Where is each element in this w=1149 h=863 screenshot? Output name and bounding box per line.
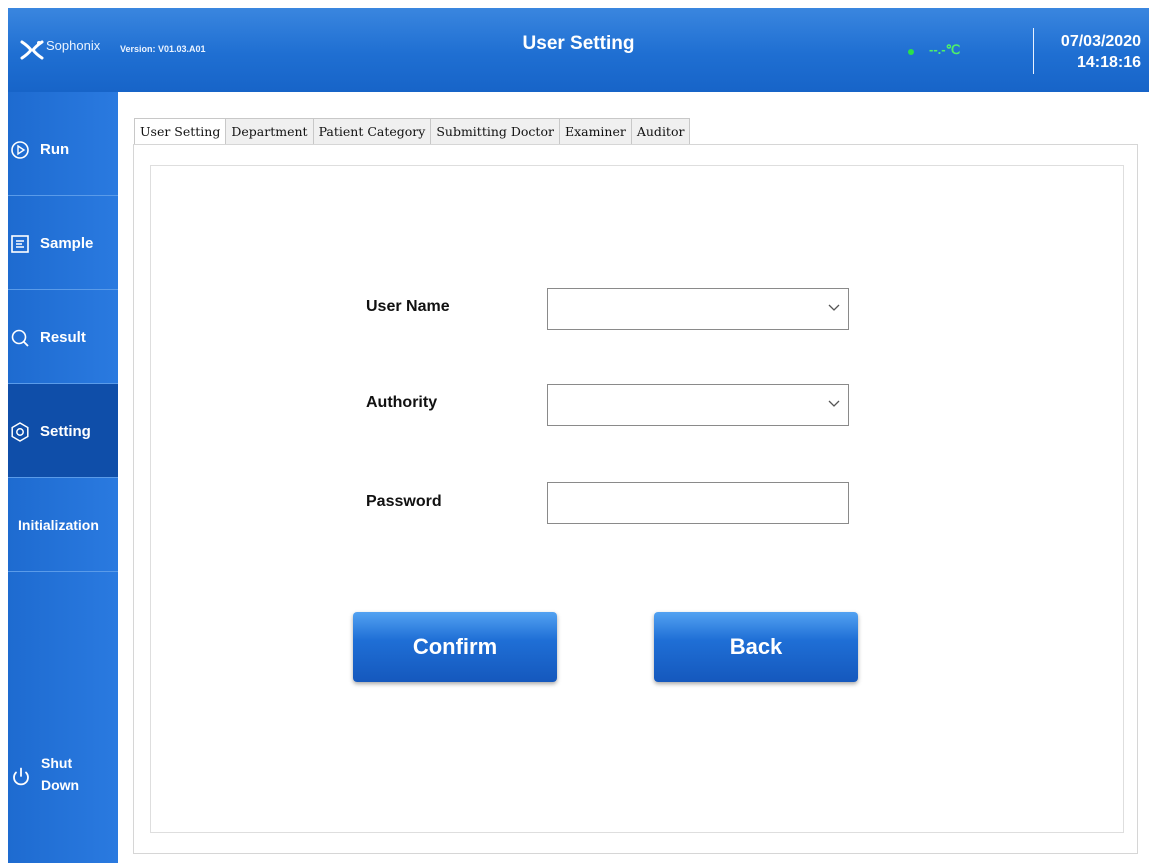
temperature-readout: --.-℃ bbox=[929, 42, 961, 57]
play-icon bbox=[11, 141, 29, 159]
tab-examiner[interactable]: Examiner bbox=[559, 118, 632, 144]
shutdown-label-line1: Shut bbox=[41, 755, 73, 771]
sidebar-item-label: Initialization bbox=[18, 517, 99, 533]
main-content: User Setting Department Patient Category… bbox=[118, 92, 1149, 863]
status-dot-icon bbox=[908, 49, 914, 55]
chevron-down-icon bbox=[828, 304, 840, 311]
tab-patient-category[interactable]: Patient Category bbox=[313, 118, 432, 144]
authority-label: Authority bbox=[366, 394, 438, 411]
shutdown-button[interactable]: Shut Down bbox=[8, 742, 118, 822]
password-label: Password bbox=[366, 493, 442, 510]
search-icon bbox=[11, 329, 29, 347]
shutdown-label: Shut Down bbox=[41, 752, 79, 796]
user-name-select[interactable] bbox=[547, 288, 849, 330]
tab-bar: User Setting Department Patient Category… bbox=[134, 118, 691, 145]
user-name-input[interactable] bbox=[548, 289, 848, 329]
form-area: User Name Authority Password Confirm Bac… bbox=[150, 165, 1124, 833]
sidebar-item-result[interactable]: Result bbox=[8, 290, 118, 384]
tab-auditor[interactable]: Auditor bbox=[631, 118, 691, 144]
sidebar: Run Sample Result Setting Initialization bbox=[8, 92, 118, 863]
sidebar-item-run[interactable]: Run bbox=[8, 102, 118, 196]
sidebar-item-setting[interactable]: Setting bbox=[8, 384, 118, 478]
power-icon bbox=[13, 767, 29, 786]
sidebar-item-label: Sample bbox=[40, 235, 94, 252]
password-input[interactable] bbox=[548, 483, 848, 523]
sidebar-item-initialization[interactable]: Initialization bbox=[8, 478, 118, 572]
authority-select[interactable] bbox=[547, 384, 849, 426]
sidebar-item-label: Run bbox=[40, 141, 70, 158]
list-icon bbox=[11, 235, 29, 253]
chevron-down-icon bbox=[828, 400, 840, 407]
sidebar-item-label: Setting bbox=[40, 423, 91, 440]
page-title: User Setting bbox=[522, 33, 635, 54]
confirm-button[interactable]: Confirm bbox=[353, 612, 557, 682]
time-label: 14:18:16 bbox=[1076, 54, 1141, 71]
top-bar: Sophonix Version: V01.03.A01 User Settin… bbox=[8, 8, 1149, 92]
tab-department[interactable]: Department bbox=[226, 118, 314, 144]
sidebar-item-label: Result bbox=[40, 329, 86, 346]
sidebar-item-sample[interactable]: Sample bbox=[8, 196, 118, 290]
header-divider bbox=[1033, 28, 1034, 74]
shutdown-label-line2: Down bbox=[41, 777, 80, 793]
password-field[interactable] bbox=[547, 482, 849, 524]
tab-user-setting[interactable]: User Setting bbox=[134, 118, 227, 145]
user-name-label: User Name bbox=[366, 298, 450, 315]
date-label: 07/03/2020 bbox=[1060, 33, 1141, 50]
tab-panel: User Name Authority Password Confirm Bac… bbox=[133, 144, 1138, 854]
gear-icon bbox=[11, 422, 29, 442]
authority-input[interactable] bbox=[548, 385, 848, 425]
tab-submitting-doctor[interactable]: Submitting Doctor bbox=[431, 118, 560, 144]
back-button[interactable]: Back bbox=[654, 612, 858, 682]
